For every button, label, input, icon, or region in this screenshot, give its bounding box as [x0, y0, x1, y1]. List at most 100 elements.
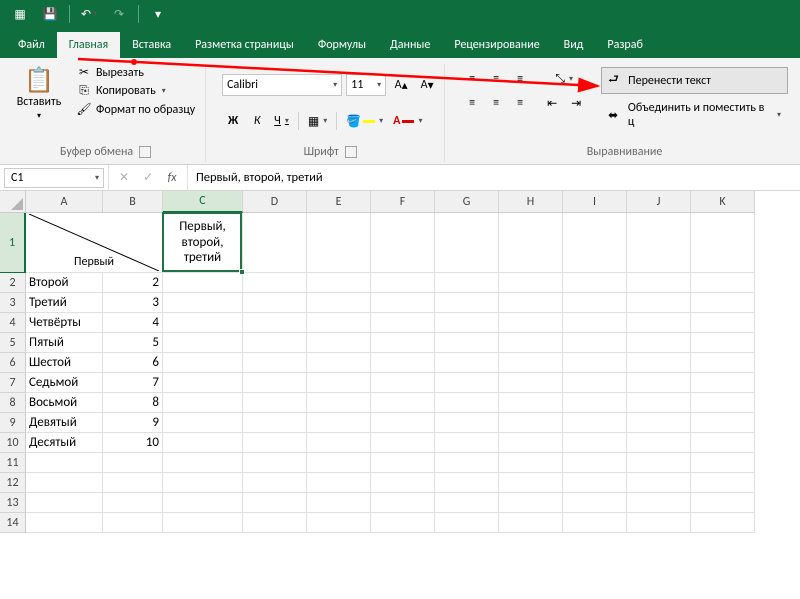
cell-H7[interactable]	[499, 373, 563, 393]
column-header-C[interactable]: C	[163, 191, 243, 213]
column-header-K[interactable]: K	[691, 191, 755, 213]
cell-F12[interactable]	[371, 473, 435, 493]
cell-E14[interactable]	[307, 513, 371, 533]
cell-J10[interactable]	[627, 433, 691, 453]
font-name-combo[interactable]: ▾	[222, 74, 342, 96]
cell-C8[interactable]	[163, 393, 243, 413]
cell-C6[interactable]	[163, 353, 243, 373]
cell-E5[interactable]	[307, 333, 371, 353]
cell-G8[interactable]	[435, 393, 499, 413]
cell-K13[interactable]	[691, 493, 755, 513]
cell-E3[interactable]	[307, 293, 371, 313]
cell-K6[interactable]	[691, 353, 755, 373]
cell-G7[interactable]	[435, 373, 499, 393]
cell-H9[interactable]	[499, 413, 563, 433]
column-header-H[interactable]: H	[499, 191, 563, 213]
cell-C5[interactable]	[163, 333, 243, 353]
cell-A9[interactable]: Девятый	[26, 413, 103, 433]
cell-D14[interactable]	[243, 513, 307, 533]
row-header-3[interactable]: 3	[0, 293, 26, 313]
cell-B7[interactable]: 7	[103, 373, 163, 393]
cell-C10[interactable]	[163, 433, 243, 453]
cell-H10[interactable]	[499, 433, 563, 453]
cell-E1[interactable]	[307, 213, 371, 273]
cell-B11[interactable]	[103, 453, 163, 473]
cell-K1[interactable]	[691, 213, 755, 273]
cell-H2[interactable]	[499, 273, 563, 293]
name-box-input[interactable]	[5, 171, 91, 185]
cell-G14[interactable]	[435, 513, 499, 533]
decrease-font-button[interactable]: A▾	[416, 74, 438, 96]
cell-D5[interactable]	[243, 333, 307, 353]
font-size-input[interactable]	[351, 78, 373, 92]
cell-F9[interactable]	[371, 413, 435, 433]
cell-F14[interactable]	[371, 513, 435, 533]
cell-B10[interactable]: 10	[103, 433, 163, 453]
cell-F4[interactable]	[371, 313, 435, 333]
cell-D11[interactable]	[243, 453, 307, 473]
align-center-button[interactable]: ≡	[485, 92, 507, 114]
cell-K7[interactable]	[691, 373, 755, 393]
cell-G3[interactable]	[435, 293, 499, 313]
cell-D8[interactable]	[243, 393, 307, 413]
cell-F7[interactable]	[371, 373, 435, 393]
cell-B3[interactable]: 3	[103, 293, 163, 313]
cell-F13[interactable]	[371, 493, 435, 513]
cell-F3[interactable]	[371, 293, 435, 313]
cell-J1[interactable]	[627, 213, 691, 273]
qat-customize-button[interactable]: ▾	[144, 2, 172, 26]
row-header-13[interactable]: 13	[0, 493, 26, 513]
cell-D3[interactable]	[243, 293, 307, 313]
cell-D13[interactable]	[243, 493, 307, 513]
align-bottom-button[interactable]: ≡	[509, 68, 531, 90]
borders-button[interactable]: ▦	[304, 110, 331, 132]
cell-I7[interactable]	[563, 373, 627, 393]
column-header-D[interactable]: D	[243, 191, 307, 213]
font-launcher[interactable]	[345, 146, 357, 158]
cell-J9[interactable]	[627, 413, 691, 433]
cell-I8[interactable]	[563, 393, 627, 413]
cell-C2[interactable]	[163, 273, 243, 293]
cell-A10[interactable]: Десятый	[26, 433, 103, 453]
cell-D7[interactable]	[243, 373, 307, 393]
row-header-1[interactable]: 1	[0, 213, 26, 273]
cell-B12[interactable]	[103, 473, 163, 493]
paste-button[interactable]: 📋 Вставить▾	[12, 64, 66, 121]
row-header-12[interactable]: 12	[0, 473, 26, 493]
tab-data[interactable]: Данные	[378, 32, 442, 58]
format-painter-button[interactable]: 🖌 Формат по образцу	[72, 101, 199, 118]
cell-A5[interactable]: Пятый	[26, 333, 103, 353]
cell-D4[interactable]	[243, 313, 307, 333]
copy-button[interactable]: ⎘ Копировать	[72, 83, 199, 99]
cell-G9[interactable]	[435, 413, 499, 433]
cell-H14[interactable]	[499, 513, 563, 533]
cell-F2[interactable]	[371, 273, 435, 293]
cell-G6[interactable]	[435, 353, 499, 373]
tab-home[interactable]: Главная	[57, 32, 120, 58]
cell-H12[interactable]	[499, 473, 563, 493]
cell-B4[interactable]: 4	[103, 313, 163, 333]
qat-undo-button[interactable]: ↶	[75, 2, 103, 26]
cell-A8[interactable]: Восьмой	[26, 393, 103, 413]
font-name-input[interactable]	[227, 78, 329, 92]
tab-file[interactable]: Файл	[6, 32, 57, 58]
row-header-5[interactable]: 5	[0, 333, 26, 353]
cell-A12[interactable]	[26, 473, 103, 493]
row-header-7[interactable]: 7	[0, 373, 26, 393]
cell-H1[interactable]	[499, 213, 563, 273]
cell-E12[interactable]	[307, 473, 371, 493]
cell-G5[interactable]	[435, 333, 499, 353]
font-size-combo[interactable]: ▾	[346, 74, 386, 96]
cell-J14[interactable]	[627, 513, 691, 533]
cell-I14[interactable]	[563, 513, 627, 533]
cell-I10[interactable]	[563, 433, 627, 453]
qat-redo-button[interactable]: ↷	[105, 2, 133, 26]
align-middle-button[interactable]: ≡	[485, 68, 507, 90]
align-right-button[interactable]: ≡	[509, 92, 531, 114]
cell-B9[interactable]: 9	[103, 413, 163, 433]
tab-dev[interactable]: Разраб	[595, 32, 654, 58]
cell-J3[interactable]	[627, 293, 691, 313]
cell-F6[interactable]	[371, 353, 435, 373]
cell-B5[interactable]: 5	[103, 333, 163, 353]
cell-I9[interactable]	[563, 413, 627, 433]
